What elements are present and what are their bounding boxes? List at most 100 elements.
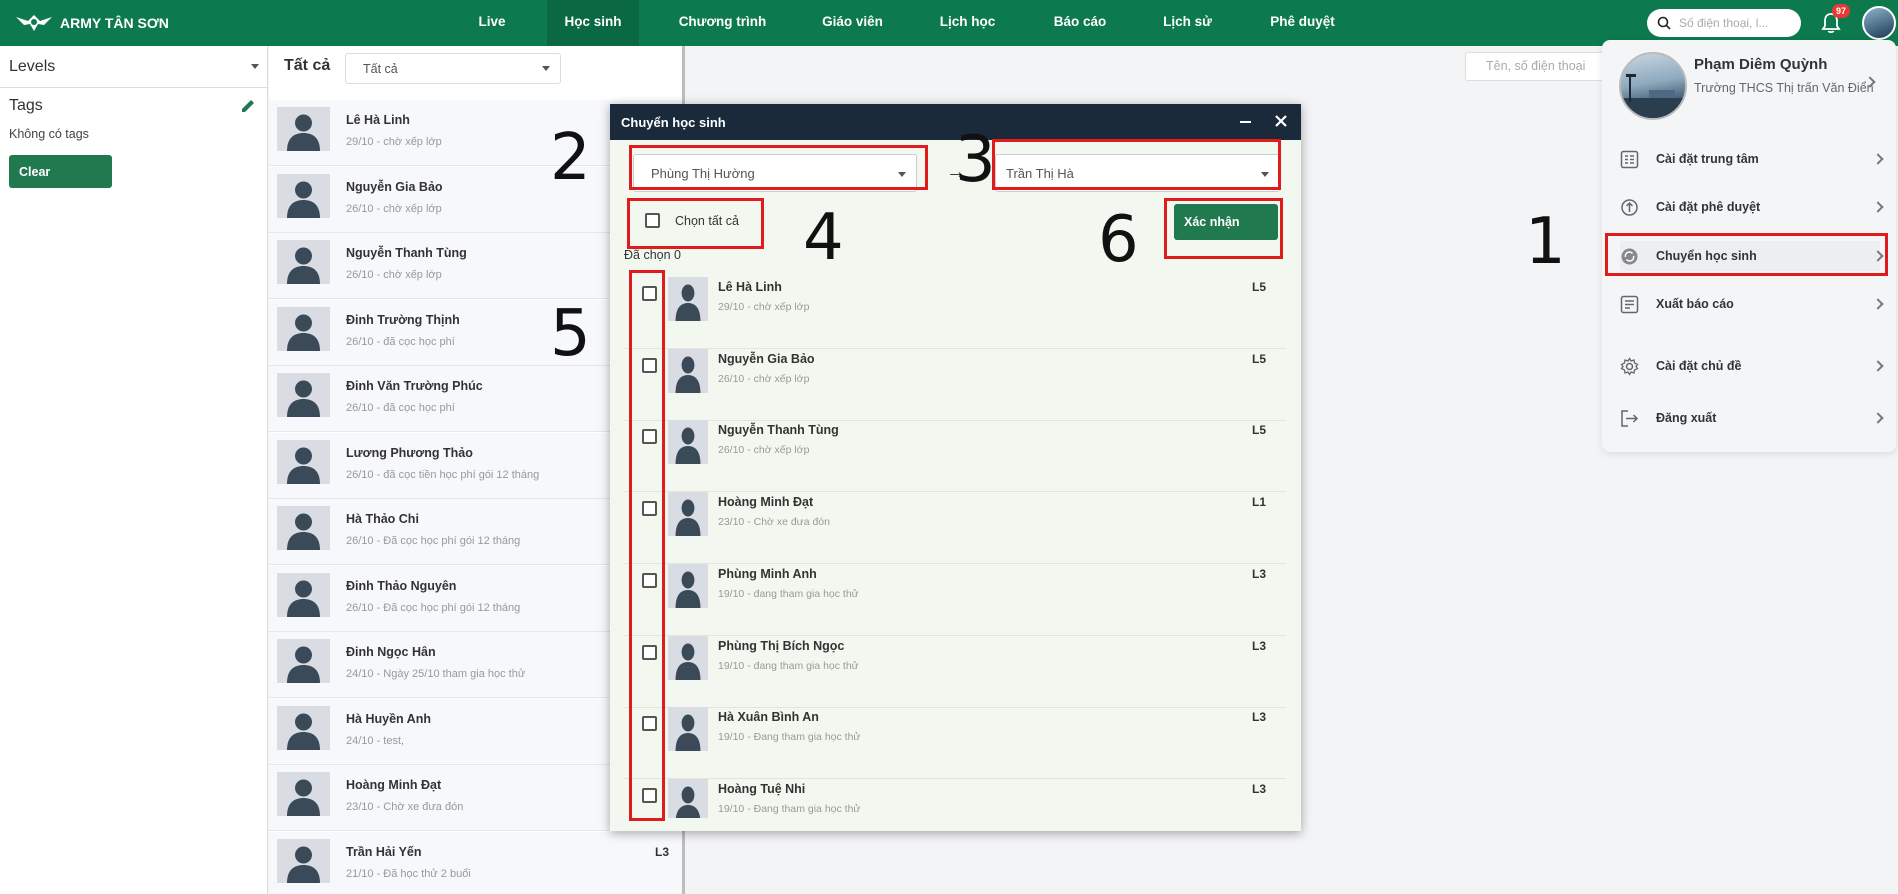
avatar[interactable] — [1862, 6, 1896, 40]
status-filter-dropdown[interactable]: Tất cả — [345, 53, 561, 84]
selected-count: Đã chọn 0 — [624, 248, 681, 262]
student-name: Hà Xuân Bình An — [718, 710, 819, 725]
student-status: 19/10 - đang tham gia học thử — [718, 587, 859, 600]
student-avatar — [277, 173, 330, 218]
nav-giao-vien[interactable]: Giáo viên — [810, 0, 895, 46]
student-status: 24/10 - Ngày 25/10 tham gia học thử — [346, 668, 526, 680]
student-avatar — [668, 348, 708, 393]
student-status: 19/10 - Đang tham gia học thử — [718, 802, 861, 815]
student-name: Hoàng Minh Đạt — [718, 495, 814, 510]
student-avatar — [668, 563, 708, 608]
table-row[interactable]: Hà Xuân Bình An 19/10 - Đang tham gia học… — [624, 707, 1286, 780]
chevron-down-icon — [251, 64, 259, 69]
nav-hoc-sinh[interactable]: Học sinh — [547, 0, 639, 46]
student-name: Nguyễn Gia Bảo — [346, 179, 443, 194]
nav-lich-su[interactable]: Lịch sử — [1150, 0, 1225, 46]
student-name: Nguyễn Thanh Tùng — [346, 246, 467, 260]
table-row[interactable]: Hoàng Minh Đạt 23/10 - Chờ xe đưa đón L1 — [624, 492, 1286, 565]
annotation-box-6 — [1164, 198, 1283, 259]
person-placeholder-icon — [277, 373, 330, 417]
person-placeholder-icon — [277, 572, 330, 617]
modal-student-list[interactable]: Lê Hà Linh 29/10 - chờ xếp lớp L5 Nguyễn Gi… — [624, 277, 1286, 818]
student-status: 26/10 - đã cọc học phí — [346, 402, 455, 414]
pencil-icon[interactable] — [240, 98, 256, 114]
annotation-box-2 — [629, 145, 928, 190]
chevron-right-icon — [1872, 412, 1884, 424]
student-status: 29/10 - chờ xếp lớp — [718, 301, 810, 313]
table-row[interactable]: Lê Hà Linh 29/10 - chờ xếp lớp L5 — [624, 277, 1286, 349]
person-placeholder-icon — [277, 306, 330, 351]
close-icon[interactable] — [1272, 112, 1290, 130]
menu-export-report[interactable]: Xuất báo cáo — [1620, 289, 1884, 319]
student-level: L3 — [1251, 710, 1266, 725]
logout-icon — [1621, 410, 1639, 427]
settings-list-icon — [1620, 150, 1639, 169]
nav-phe-duyet[interactable]: Phê duyệt — [1260, 0, 1345, 46]
nav-bao-cao[interactable]: Báo cáo — [1040, 0, 1120, 46]
student-name: Nguyễn Thanh Tùng — [718, 423, 839, 438]
student-avatar — [277, 838, 330, 883]
person-placeholder-icon — [277, 772, 330, 816]
student-name: Đinh Văn Trường Phúc — [346, 379, 483, 393]
levels-dropdown[interactable]: Levels — [0, 46, 268, 88]
brand[interactable]: ARMY TÂN SƠN — [14, 9, 169, 37]
student-status: 19/10 - đang tham gia học thử — [718, 659, 859, 672]
clear-button[interactable]: Clear — [9, 155, 112, 188]
person-placeholder-icon — [277, 173, 330, 218]
nav-lich-hoc[interactable]: Lịch học — [925, 0, 1010, 46]
person-placeholder-icon — [668, 492, 708, 537]
nav-live[interactable]: Live — [467, 0, 517, 46]
profile-avatar — [1619, 52, 1687, 120]
avatar-photo — [1621, 74, 1685, 118]
student-avatar — [277, 240, 330, 284]
student-name: Hoàng Minh Đạt — [346, 778, 442, 792]
table-row[interactable]: Nguyễn Gia Bảo 26/10 - chờ xếp lớp L5 — [624, 348, 1286, 421]
person-placeholder-icon — [277, 439, 330, 484]
annotation-box-5 — [629, 270, 665, 821]
menu-center-settings[interactable]: Cài đặt trung tâm — [1620, 144, 1884, 174]
person-placeholder-icon — [668, 420, 708, 465]
student-avatar — [277, 506, 330, 550]
list-item[interactable]: Trần Hải Yến 21/10 - Đã học thử 2 buổi L3 — [269, 831, 682, 894]
menu-logout[interactable]: Đăng xuất — [1620, 403, 1884, 433]
annotation-number-5: 5 — [550, 297, 591, 371]
student-level: L5 — [1251, 280, 1266, 294]
student-name: Hà Huyền Anh — [346, 711, 431, 726]
student-status: 26/10 - chờ xếp lớp — [718, 444, 810, 457]
student-status: 26/10 - Đã cọc học phí gói 12 tháng — [346, 535, 521, 547]
menu-label: Xuất báo cáo — [1656, 297, 1734, 311]
person-placeholder-icon — [668, 348, 708, 393]
phone-search[interactable] — [1647, 9, 1801, 37]
table-row[interactable]: Phùng Minh Anh 19/10 - đang tham gia học … — [624, 563, 1286, 636]
student-status: 23/10 - Chờ xe đưa đón — [346, 801, 464, 813]
person-placeholder-icon — [668, 635, 708, 680]
student-name: Lương Phương Thảo — [346, 445, 473, 460]
student-avatar — [668, 707, 708, 752]
search-input[interactable] — [1679, 16, 1789, 30]
menu-theme-settings[interactable]: Cài đặt chủ đề — [1620, 351, 1884, 381]
student-avatar — [668, 492, 708, 537]
table-row[interactable]: Phùng Thị Bích Ngọc 19/10 - đang tham gia… — [624, 635, 1286, 708]
table-row[interactable]: Hoàng Tuệ Nhi 19/10 - Đang tham gia học t… — [624, 778, 1286, 818]
annotation-box-4 — [627, 198, 764, 249]
name-phone-search[interactable]: Tên, số điện thoại — [1465, 52, 1605, 81]
student-avatar — [277, 705, 330, 750]
chevron-right-icon — [1872, 360, 1884, 372]
student-level: L3 — [654, 844, 669, 859]
no-tags-text: Không có tags — [9, 127, 89, 141]
student-status: 19/10 - Đang tham gia học thử — [718, 731, 861, 744]
student-name: Hà Thảo Chi — [346, 512, 419, 526]
report-icon — [1620, 295, 1639, 314]
chevron-right-icon — [1872, 298, 1884, 310]
menu-approval-settings[interactable]: Cài đặt phê duyệt — [1620, 192, 1884, 222]
minimize-icon[interactable] — [1240, 121, 1251, 123]
student-status: 24/10 - test, — [346, 734, 405, 747]
table-row[interactable]: Nguyễn Thanh Tùng 26/10 - chờ xếp lớp L5 — [624, 420, 1286, 493]
student-status: 26/10 - Đã cọc học phí gói 12 tháng — [346, 601, 521, 614]
student-avatar — [277, 306, 330, 351]
person-placeholder-icon — [668, 277, 708, 321]
chevron-right-icon — [1872, 153, 1884, 165]
annotation-number-1: 1 — [1525, 205, 1566, 279]
nav-chuong-trinh[interactable]: Chương trình — [670, 0, 775, 46]
student-level: L5 — [1251, 423, 1266, 438]
